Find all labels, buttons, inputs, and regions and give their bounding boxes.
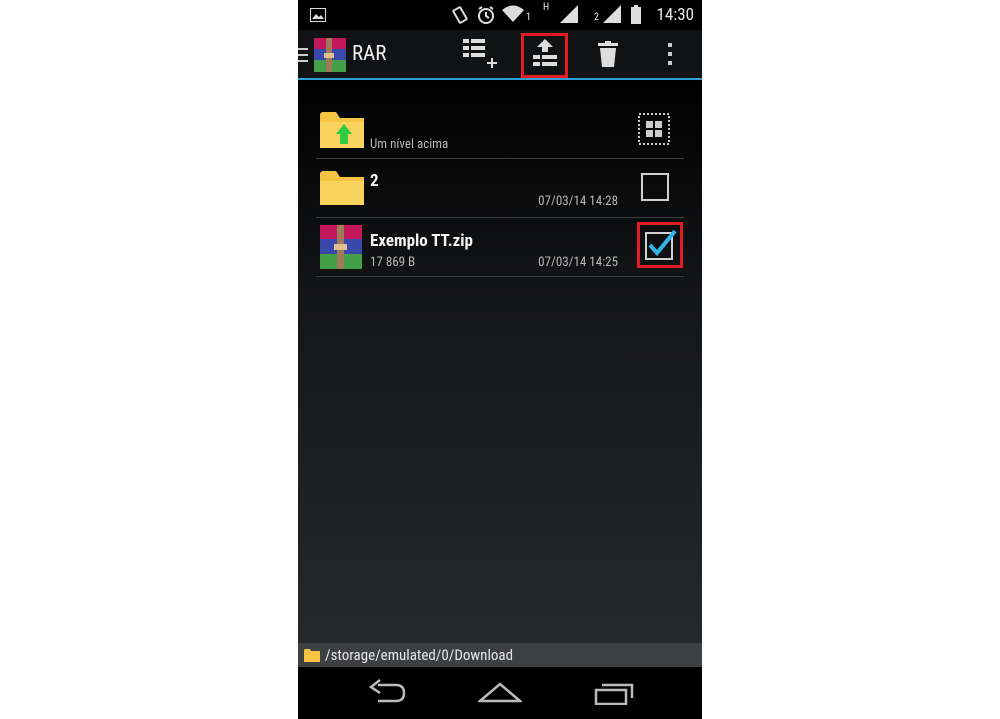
overflow-menu-button[interactable] xyxy=(648,36,692,76)
overflow-menu-icon xyxy=(667,42,673,70)
file-date: 07/03/14 14:25 xyxy=(538,255,618,270)
navigation-bar xyxy=(298,667,702,719)
list-item-up[interactable]: Um nível acima xyxy=(316,100,684,159)
rar-archive-icon xyxy=(320,225,362,273)
file-size: 17 869 B xyxy=(370,255,416,270)
list-item[interactable]: 2 07/03/14 14:28 xyxy=(316,159,684,218)
extract-icon xyxy=(531,38,559,73)
add-to-archive-icon xyxy=(461,37,499,75)
folder-icon xyxy=(320,169,364,211)
file-date: 07/03/14 14:28 xyxy=(538,194,618,209)
delete-button[interactable] xyxy=(586,36,630,76)
battery-icon xyxy=(631,5,641,28)
file-name: 2 xyxy=(370,171,379,191)
file-list: Um nível acima 2 07/03/14 14:28 Exemplo … xyxy=(298,80,702,643)
gallery-notification-icon xyxy=(310,7,326,26)
current-path: /storage/emulated/0/Download xyxy=(325,646,514,664)
menu-drawer-icon[interactable] xyxy=(298,46,308,68)
path-folder-icon xyxy=(304,648,320,666)
delete-icon xyxy=(598,41,618,71)
select-all-icon[interactable] xyxy=(638,113,670,149)
up-level-label: Um nível acima xyxy=(370,137,449,152)
add-to-archive-button[interactable] xyxy=(458,36,502,76)
clock: 14:30 xyxy=(656,5,694,25)
status-bar: 1 H 2 14:30 xyxy=(298,0,702,30)
sim1-label: 1 xyxy=(526,12,531,23)
alarm-icon xyxy=(476,5,496,29)
signal-icon-2 xyxy=(603,5,621,27)
back-icon[interactable] xyxy=(368,679,406,709)
recents-icon[interactable] xyxy=(594,683,634,709)
list-item[interactable]: Exemplo TT.zip 17 869 B 07/03/14 14:25 xyxy=(316,218,684,277)
rotation-icon xyxy=(451,5,469,29)
folder-up-icon xyxy=(320,108,364,154)
item-checkbox[interactable] xyxy=(641,173,669,201)
network-type-label: H xyxy=(543,2,550,13)
sim2-label: 2 xyxy=(594,12,599,23)
extract-button[interactable] xyxy=(521,33,568,78)
action-bar: RAR xyxy=(298,30,702,80)
item-checkbox-checked[interactable] xyxy=(643,228,677,262)
file-name: Exemplo TT.zip xyxy=(370,231,473,251)
rar-logo-icon xyxy=(314,38,346,76)
path-bar: /storage/emulated/0/Download xyxy=(298,643,702,667)
wifi-icon xyxy=(502,5,524,27)
app-title: RAR xyxy=(352,42,387,66)
phone-screen: 1 H 2 14:30 RAR Um nível acima 2 07/03/1… xyxy=(298,0,702,719)
home-icon[interactable] xyxy=(476,681,524,707)
signal-icon-1 xyxy=(560,5,578,27)
